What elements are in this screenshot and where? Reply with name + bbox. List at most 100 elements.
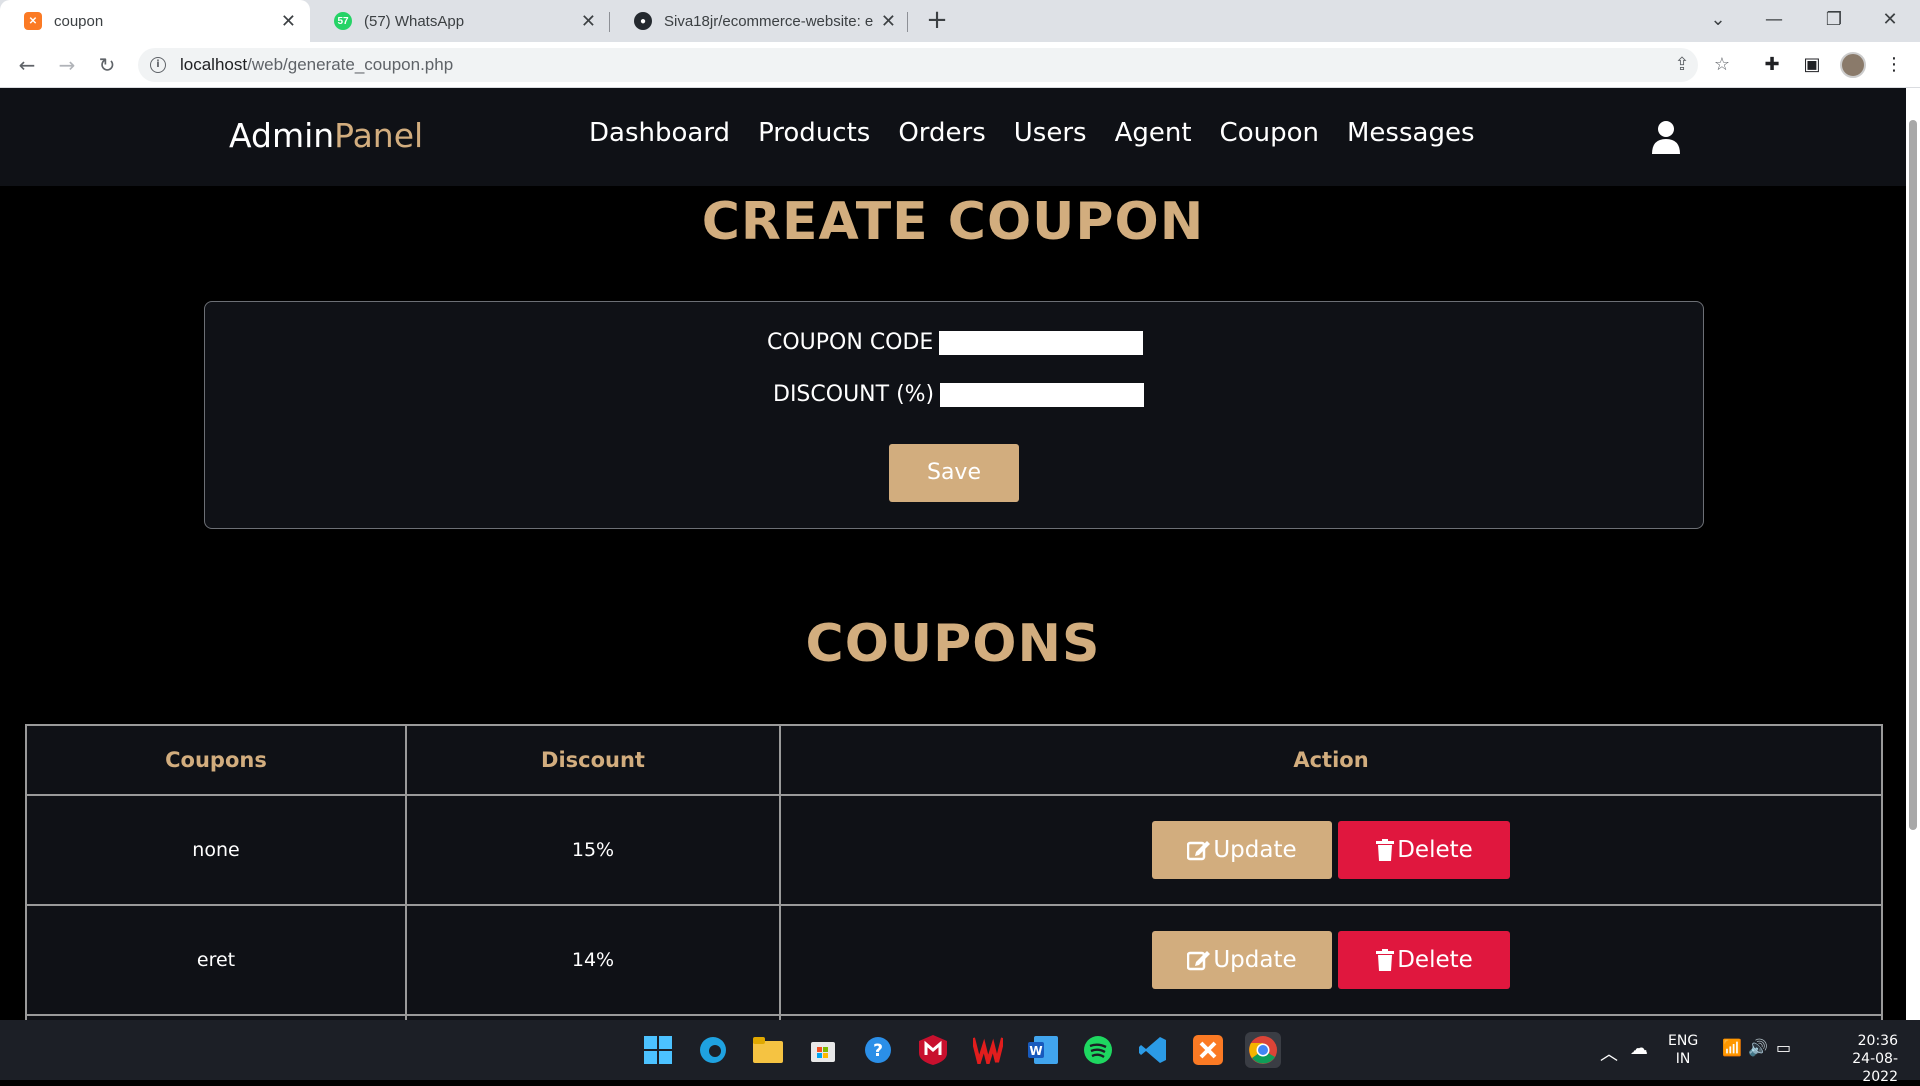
windows-start-icon[interactable] — [640, 1032, 676, 1068]
brand-logo[interactable]: AdminPanel — [229, 116, 423, 155]
vscode-icon[interactable] — [1135, 1032, 1171, 1068]
reload-icon[interactable]: ↻ — [92, 50, 122, 80]
browser-menu-icon[interactable]: ⋮ — [1882, 54, 1906, 75]
wps-office-icon[interactable] — [970, 1032, 1006, 1068]
show-hidden-icons-icon[interactable]: ︿ — [1600, 1040, 1618, 1066]
nav-users[interactable]: Users — [1014, 118, 1087, 148]
site-info-icon[interactable]: i — [150, 57, 166, 73]
coupons-table: Coupons Discount Action none 15% Update … — [25, 724, 1883, 1020]
xampp-icon: ✕ — [24, 12, 42, 30]
coupon-discount-cell: 14% — [405, 904, 781, 1016]
create-coupon-title: CREATE COUPON — [701, 192, 1205, 252]
browser-tab-strip: ✕ coupon ✕ 57 (57) WhatsApp ✕ ● Siva18jr… — [0, 0, 1920, 42]
table-row: none 15% Update Delete — [25, 794, 1883, 906]
tab-coupon[interactable]: ✕ coupon ✕ — [0, 0, 310, 42]
browser-toolbar: ← → ↻ i localhost/web/generate_coupon.ph… — [0, 42, 1920, 88]
delete-button[interactable]: Delete — [1338, 931, 1510, 989]
close-tab-icon[interactable]: ✕ — [881, 11, 896, 32]
language-indicator[interactable]: ENG IN — [1668, 1032, 1698, 1068]
help-app-icon[interactable]: ? — [860, 1032, 896, 1068]
nav-coupon[interactable]: Coupon — [1220, 118, 1319, 148]
edit-icon — [1187, 841, 1211, 861]
wifi-icon[interactable]: 📶 — [1722, 1038, 1742, 1057]
edit-icon — [1187, 951, 1211, 971]
update-button[interactable]: Update — [1152, 821, 1332, 879]
volume-icon[interactable]: 🔊 — [1748, 1038, 1768, 1057]
brand-accent: Panel — [334, 116, 424, 155]
restore-button[interactable]: ❐ — [1806, 0, 1862, 42]
brand-main: Admin — [229, 116, 335, 155]
save-button[interactable]: Save — [889, 444, 1019, 502]
tab-title: (57) WhatsApp — [364, 12, 465, 30]
edge-browser-icon[interactable] — [695, 1032, 731, 1068]
nav-products[interactable]: Products — [758, 118, 870, 148]
profile-avatar[interactable] — [1840, 52, 1866, 78]
microsoft-store-icon[interactable] — [805, 1032, 841, 1068]
nav-messages[interactable]: Messages — [1347, 118, 1475, 148]
new-tab-button[interactable]: + — [922, 6, 952, 36]
main-nav: Dashboard Products Orders Users Agent Co… — [589, 118, 1474, 148]
word-icon[interactable]: W — [1025, 1032, 1061, 1068]
tab-whatsapp[interactable]: 57 (57) WhatsApp ✕ — [310, 0, 610, 42]
clock-date: 24-08-2022 — [1852, 1051, 1898, 1085]
table-header-row: Coupons Discount Action — [25, 724, 1883, 796]
trash-icon — [1376, 949, 1395, 971]
close-tab-icon[interactable]: ✕ — [281, 11, 296, 32]
tab-search-icon[interactable]: ⌄ — [1690, 0, 1746, 42]
bookmark-star-icon[interactable]: ☆ — [1710, 54, 1734, 75]
discount-row: DISCOUNT (%) — [773, 382, 1145, 407]
column-header-action: Action — [779, 724, 1883, 796]
nav-dashboard[interactable]: Dashboard — [589, 118, 730, 148]
nav-orders[interactable]: Orders — [898, 118, 985, 148]
xampp-icon[interactable] — [1190, 1032, 1226, 1068]
mcafee-icon[interactable] — [915, 1032, 951, 1068]
coupon-code-row: COUPON CODE — [767, 330, 1144, 355]
delete-label: Delete — [1397, 837, 1473, 863]
system-clock[interactable]: 20:36 24-08-2022 — [1818, 1032, 1898, 1086]
spotify-icon[interactable] — [1080, 1032, 1116, 1068]
column-header-discount: Discount — [405, 724, 781, 796]
share-icon[interactable]: ⇪ — [1670, 54, 1694, 75]
onedrive-cloud-icon[interactable]: ☁ — [1630, 1038, 1648, 1059]
svg-text:W: W — [1029, 1044, 1042, 1058]
trash-icon — [1376, 839, 1395, 861]
back-arrow-icon[interactable]: ← — [12, 50, 42, 80]
side-panel-icon[interactable]: ▣ — [1800, 54, 1824, 75]
url-text[interactable]: localhost/web/generate_coupon.php — [180, 55, 453, 75]
extensions-puzzle-icon[interactable]: ✚ — [1760, 54, 1784, 75]
admin-header: AdminPanel Dashboard Products Orders Use… — [0, 88, 1906, 186]
action-cell: Update Delete — [779, 794, 1883, 906]
create-coupon-form: COUPON CODE DISCOUNT (%) Save — [204, 301, 1704, 529]
delete-button[interactable]: Delete — [1338, 821, 1510, 879]
tab-title: coupon — [54, 12, 104, 30]
file-explorer-icon[interactable] — [750, 1032, 786, 1068]
coupon-code-input[interactable] — [939, 330, 1144, 355]
update-label: Update — [1213, 837, 1297, 863]
coupons-title: COUPONS — [805, 614, 1101, 674]
update-button[interactable]: Update — [1152, 931, 1332, 989]
battery-icon[interactable]: ▭ — [1776, 1038, 1791, 1057]
close-window-button[interactable]: ✕ — [1862, 0, 1918, 42]
coupon-discount-cell: 15% — [405, 794, 781, 906]
column-header-coupons: Coupons — [25, 724, 407, 796]
tab-title: Siva18jr/ecommerce-website: e-c — [664, 12, 873, 30]
nav-agent[interactable]: Agent — [1115, 118, 1192, 148]
action-cell: Update Delete — [779, 904, 1883, 1016]
address-bar[interactable]: i localhost/web/generate_coupon.php ⇪ ☆ — [138, 48, 1730, 82]
delete-label: Delete — [1397, 947, 1473, 973]
tab-github[interactable]: ● Siva18jr/ecommerce-website: e-c ✕ — [610, 0, 910, 42]
url-path: /web/generate_coupon.php — [247, 55, 454, 74]
coupon-code-label: COUPON CODE — [767, 330, 934, 355]
coupon-code-cell: eret — [25, 904, 407, 1016]
windows-taskbar: ? W ︿ ☁ ENG IN 📶 🔊 ▭ 20:36 24-08-2022 — [0, 1020, 1920, 1085]
url-host: localhost — [180, 55, 248, 74]
minimize-button[interactable]: — — [1746, 0, 1802, 42]
forward-arrow-icon[interactable]: → — [52, 50, 82, 80]
user-icon[interactable] — [1652, 120, 1680, 154]
discount-label: DISCOUNT (%) — [773, 382, 935, 407]
scrollbar-thumb[interactable] — [1909, 120, 1917, 830]
chrome-icon[interactable] — [1245, 1032, 1281, 1068]
discount-input[interactable] — [940, 382, 1145, 407]
close-tab-icon[interactable]: ✕ — [581, 11, 596, 32]
tab-divider — [907, 12, 908, 32]
